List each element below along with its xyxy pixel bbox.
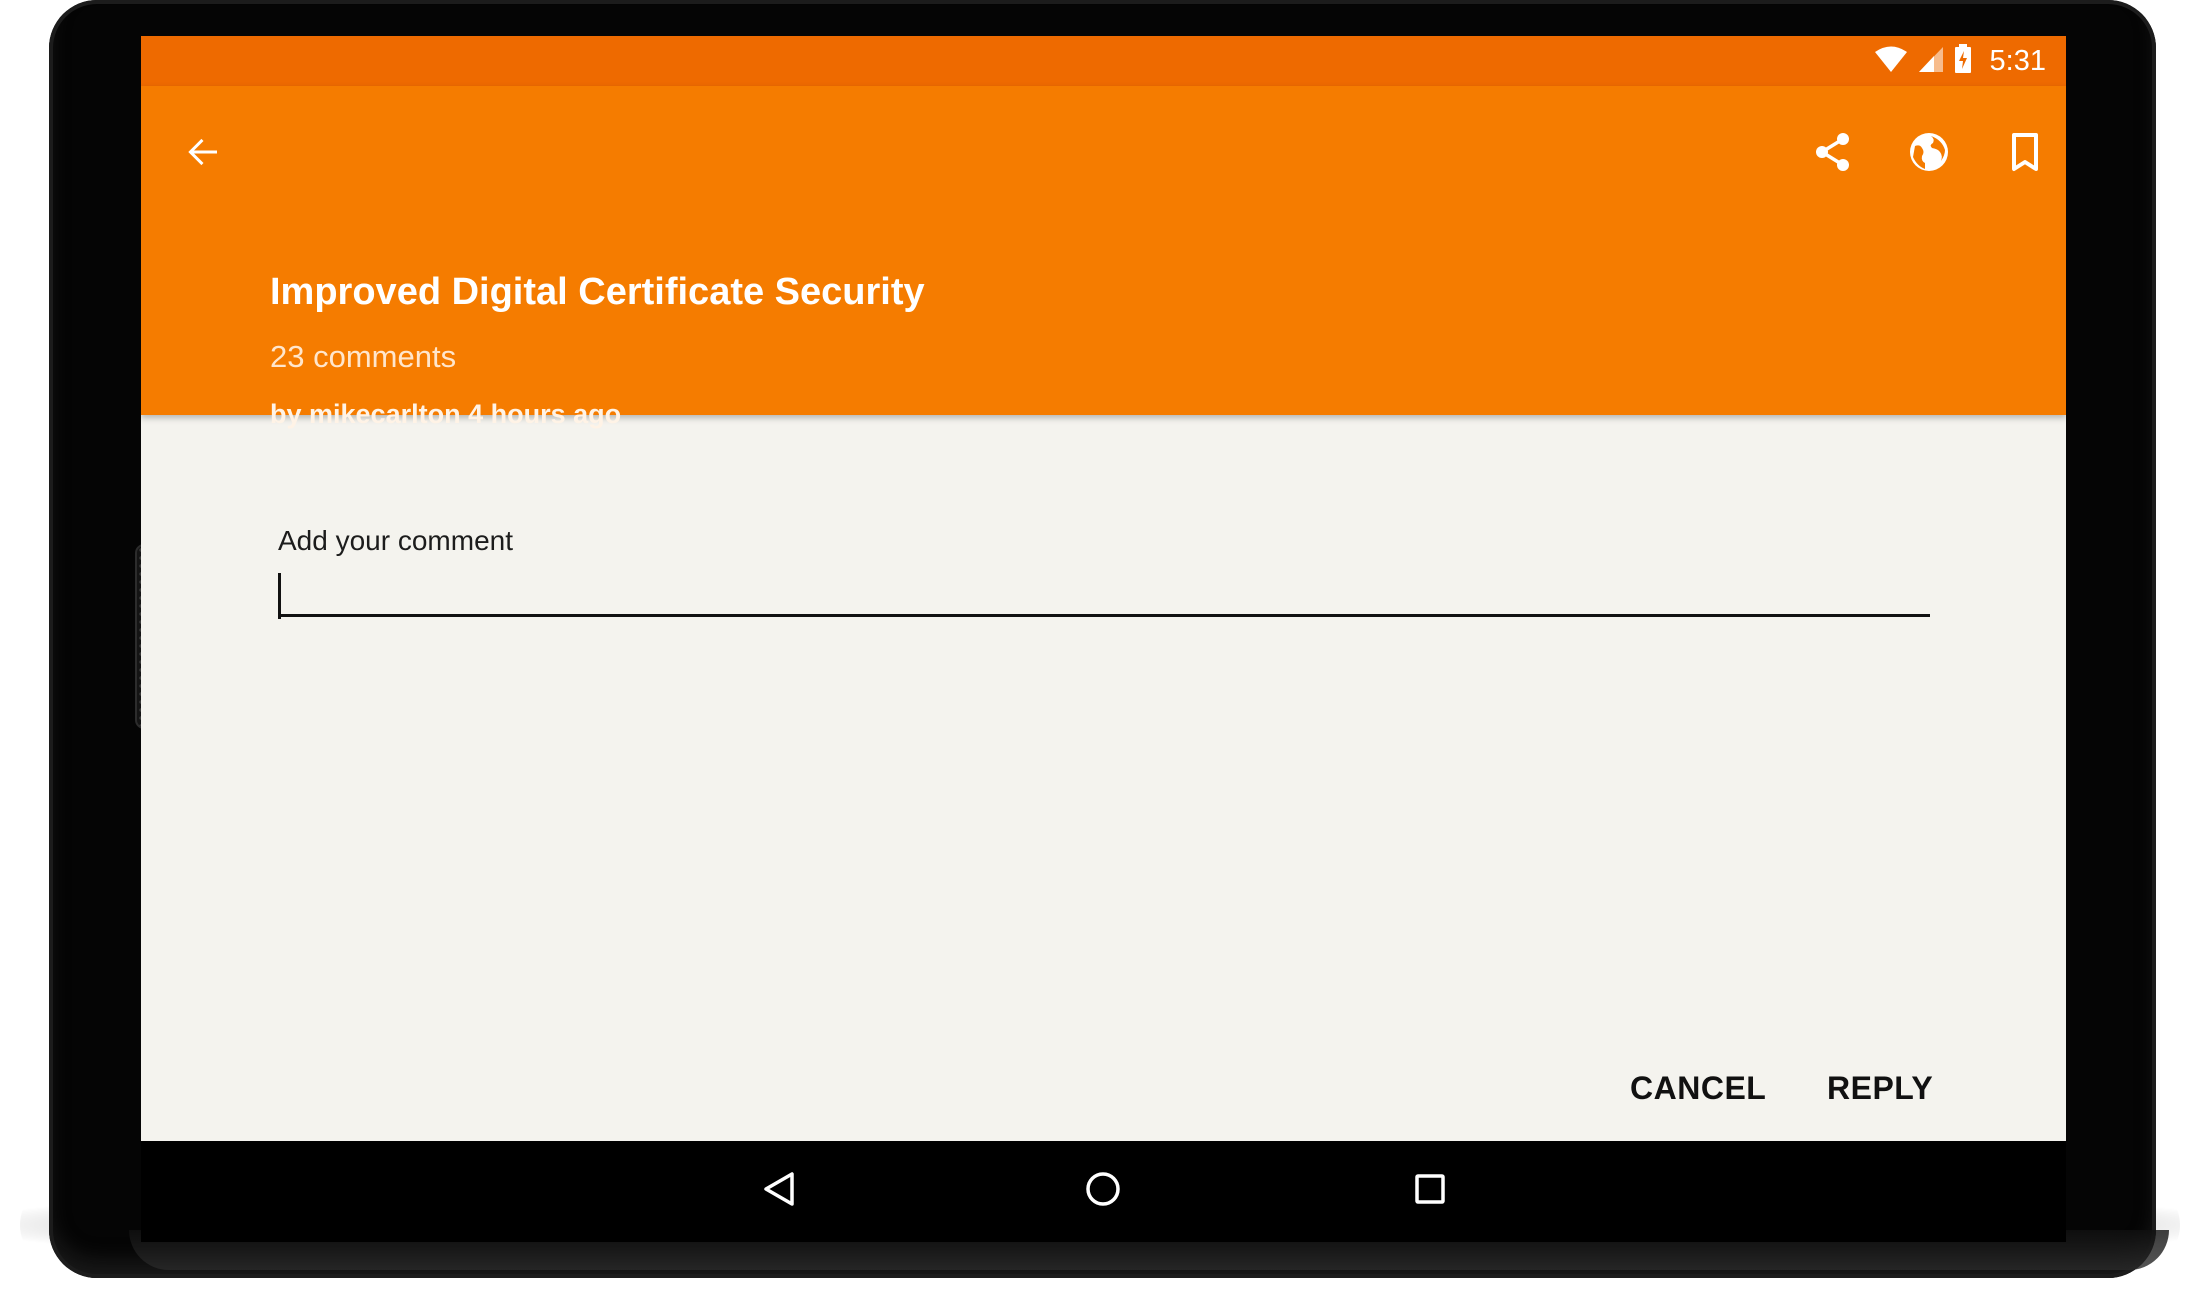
- globe-icon: [1907, 130, 1951, 179]
- bookmark-icon: [2008, 132, 2042, 177]
- screen: 5:31 Improved Digital Certificate Securi…: [141, 36, 2066, 1242]
- share-button[interactable]: [1801, 122, 1865, 186]
- nav-home-icon: [1083, 1169, 1123, 1214]
- app-bar: Improved Digital Certificate Security 23…: [141, 86, 2066, 429]
- navigation-bar: [141, 1141, 2066, 1242]
- comment-input[interactable]: [278, 565, 1930, 617]
- clock: 5:31: [1989, 44, 2046, 77]
- reply-button[interactable]: REPLY: [1827, 1070, 1933, 1107]
- status-bar: 5:31: [141, 36, 2066, 86]
- nav-home-button[interactable]: [1073, 1161, 1133, 1221]
- byline: by mikecarlton 4 hours ago: [270, 399, 622, 429]
- signal-icon: [1918, 45, 1944, 78]
- text-caret: [278, 573, 281, 619]
- status-icons: 5:31: [1874, 36, 2046, 86]
- cancel-button[interactable]: CANCEL: [1630, 1070, 1766, 1107]
- comment-form: Add your comment CANCEL REPLY: [141, 415, 2066, 1141]
- battery-charging-icon: [1954, 43, 1972, 79]
- nav-back-button[interactable]: [749, 1161, 809, 1221]
- bookmark-button[interactable]: [1993, 122, 2057, 186]
- comments-count[interactable]: 23 comments: [270, 339, 456, 375]
- back-button[interactable]: [171, 122, 235, 186]
- wifi-icon: [1874, 45, 1908, 78]
- nav-recents-icon: [1410, 1169, 1450, 1214]
- share-icon: [1811, 130, 1855, 179]
- nav-back-icon: [759, 1169, 799, 1214]
- open-in-browser-button[interactable]: [1897, 122, 1961, 186]
- arrow-back-icon: [183, 132, 223, 177]
- comment-field-label: Add your comment: [278, 525, 513, 556]
- article-title: Improved Digital Certificate Security: [270, 271, 925, 313]
- nav-recents-button[interactable]: [1400, 1161, 1460, 1221]
